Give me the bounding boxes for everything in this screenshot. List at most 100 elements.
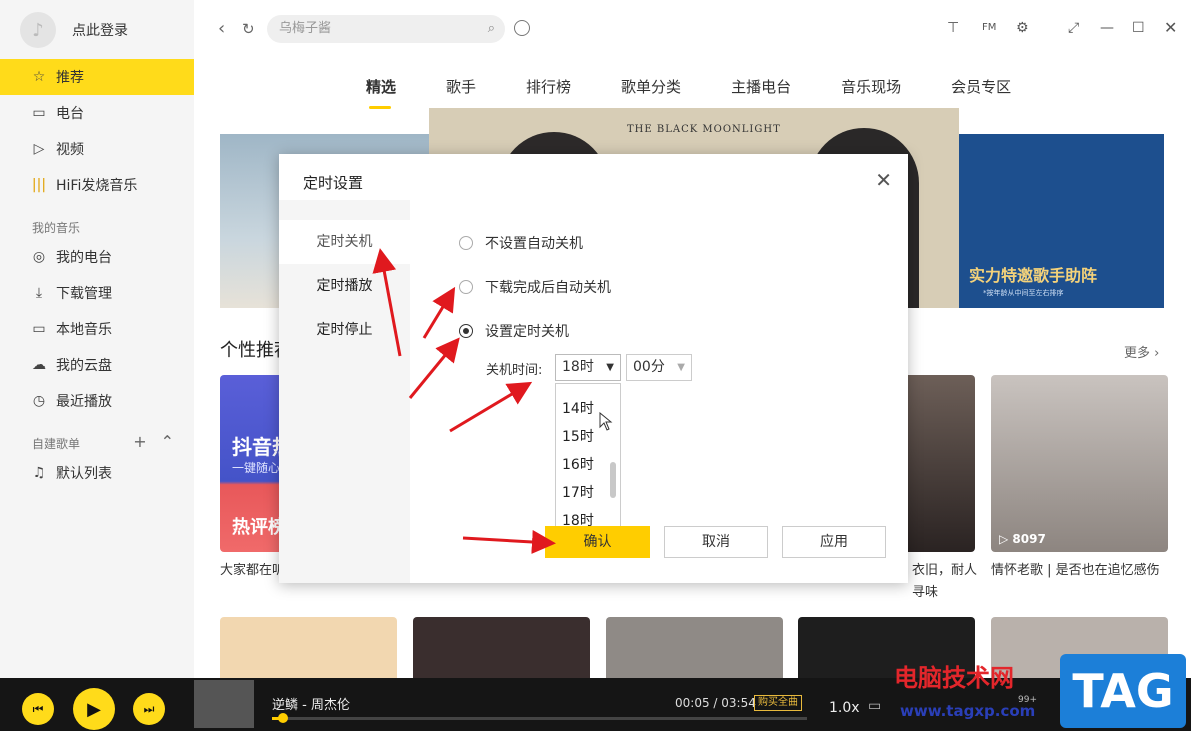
total-time: 03:54 — [721, 696, 756, 710]
timer-settings-dialog: 定时设置 ✕ 定时关机 定时播放 定时停止 不设置自动关机 下载完成后自动关机 … — [279, 154, 908, 583]
nav-download[interactable]: ⤓ 下载管理 — [0, 275, 194, 311]
confirm-button[interactable]: 确认 — [545, 526, 650, 558]
playlist-card[interactable] — [413, 617, 590, 678]
previous-icon[interactable]: ⏮ — [22, 693, 54, 725]
radio-button[interactable] — [459, 236, 473, 250]
radio-icon: ▭ — [32, 105, 46, 121]
minute-select[interactable]: 00分 ▼ — [626, 354, 692, 381]
nav-radio[interactable]: ▭ 电台 — [0, 95, 194, 131]
my-music-label: 我的音乐 — [32, 221, 81, 235]
refresh-icon[interactable]: ↻ — [242, 20, 255, 38]
watermark-logo: TAG — [1060, 654, 1186, 728]
playlist-icon: ♫ — [32, 465, 46, 481]
hour-option[interactable]: 16时 — [562, 454, 594, 474]
option-timed-shutdown[interactable]: 设置定时关机 — [459, 321, 569, 341]
progress-handle[interactable] — [278, 713, 288, 723]
minute-value: 00分 — [633, 359, 665, 375]
playlist-card[interactable] — [220, 617, 397, 678]
nav-label: 我的电台 — [56, 250, 112, 266]
close-icon[interactable]: ✕ — [875, 168, 892, 192]
nav-recent[interactable]: ◷ 最近播放 — [0, 383, 194, 419]
play-icon[interactable]: ▶ — [73, 688, 115, 730]
search-text: 乌梅子酱 — [279, 21, 332, 36]
hour-option[interactable]: 17时 — [562, 482, 594, 502]
tab-vip[interactable]: 会员专区 — [951, 76, 1011, 97]
nav-label: 电台 — [56, 106, 84, 122]
fm-icon[interactable]: FM — [982, 22, 996, 33]
tab-live[interactable]: 音乐现场 — [841, 76, 901, 97]
avatar[interactable]: ♪ — [20, 12, 56, 48]
login-label[interactable]: 点此登录 — [72, 20, 128, 40]
dropdown-scrollbar[interactable] — [610, 462, 616, 498]
tab-singers[interactable]: 歌手 — [446, 76, 476, 97]
nav-label: 我的云盘 — [56, 358, 112, 374]
tab-featured[interactable]: 精选 — [366, 76, 396, 109]
card-overlay-sub: 一键随心 — [232, 461, 281, 475]
song-title[interactable]: 逆鳞 - 周杰伦 — [272, 694, 350, 713]
nav-label: 本地音乐 — [56, 322, 112, 338]
hour-option[interactable]: 14时 — [562, 398, 594, 418]
more-link[interactable]: 更多 › — [1124, 342, 1159, 361]
card-overlay-text-2: 热评榜 — [232, 517, 286, 538]
main-tabs: 精选 歌手 排行榜 歌单分类 主播电台 音乐现场 会员专区 — [366, 76, 1061, 109]
nav-local[interactable]: ▭ 本地音乐 — [0, 311, 194, 347]
nav-label: 默认列表 — [56, 466, 112, 482]
skin-icon[interactable]: ⊤ — [947, 20, 959, 36]
nav-recommend[interactable]: ☆ 推荐 — [0, 59, 194, 95]
minimize-icon[interactable]: — — [1100, 20, 1114, 36]
nav-default-list[interactable]: ♫ 默认列表 — [0, 455, 194, 491]
dialog-title: 定时设置 — [303, 174, 364, 192]
nav-label: 最近播放 — [56, 394, 112, 410]
side-shutdown[interactable]: 定时关机 — [279, 220, 410, 264]
login-area[interactable]: ♪ 点此登录 — [20, 12, 128, 48]
hifi-icon: ||| — [31, 177, 47, 193]
voice-search-icon[interactable] — [514, 20, 530, 36]
nav-hifi[interactable]: ||| HiFi发烧音乐 — [0, 167, 194, 203]
nav-my-radio[interactable]: ◎ 我的电台 — [0, 239, 194, 275]
option-label: 下载完成后自动关机 — [485, 280, 611, 296]
maximize-icon[interactable]: ☐ — [1132, 20, 1145, 36]
side-timed-stop[interactable]: 定时停止 — [279, 308, 410, 352]
close-window-icon[interactable]: ✕ — [1164, 18, 1177, 37]
album-cover[interactable] — [194, 680, 254, 728]
next-icon[interactable]: ⏭ — [133, 693, 165, 725]
nav-label: 下载管理 — [56, 286, 112, 302]
option-shutdown-after-download[interactable]: 下载完成后自动关机 — [459, 277, 611, 297]
banner-right[interactable]: 实力特邀歌手助阵 *按年龄从中间至左右排序 — [959, 134, 1164, 308]
back-icon[interactable]: ‹ — [218, 18, 225, 39]
time-display: 00:05 / 03:54 — [675, 696, 756, 710]
nav-cloud[interactable]: ☁ 我的云盘 — [0, 347, 194, 383]
nav-label: 视频 — [56, 142, 84, 158]
radio-button[interactable] — [459, 280, 473, 294]
card-caption[interactable]: 情怀老歌 | 是否也在追忆感伤 — [991, 560, 1171, 582]
tab-charts[interactable]: 排行榜 — [526, 76, 571, 97]
clock-icon: ◷ — [32, 393, 46, 409]
nav-video[interactable]: ▷ 视频 — [0, 131, 194, 167]
watermark-text: 电脑技术网 — [894, 664, 1014, 692]
cancel-button[interactable]: 取消 — [664, 526, 768, 558]
hour-select[interactable]: 18时 ▼ — [555, 354, 621, 381]
playlist-card[interactable]: ▷ 8097 — [991, 375, 1168, 552]
tab-anchor-radio[interactable]: 主播电台 — [731, 76, 791, 97]
buy-song-button[interactable]: 购买全曲 — [754, 695, 802, 711]
progress-bar[interactable] — [272, 713, 807, 723]
search-icon[interactable]: ⌕ — [488, 15, 495, 43]
mini-mode-icon[interactable]: ⤢ — [1068, 20, 1079, 36]
side-timed-play[interactable]: 定时播放 — [279, 264, 410, 308]
chevron-up-icon[interactable]: ⌃ — [161, 432, 174, 451]
radio-button-selected[interactable] — [459, 324, 473, 338]
hour-option[interactable]: 15时 — [562, 426, 594, 446]
add-icon[interactable]: + — [133, 432, 146, 451]
settings-icon[interactable]: ⚙ — [1016, 20, 1029, 36]
more-label: 更多 — [1124, 346, 1151, 361]
screen-icon[interactable]: ▭ — [868, 698, 881, 714]
search-input[interactable]: 乌梅子酱 ⌕ — [267, 15, 505, 43]
nav-label: 推荐 — [56, 70, 84, 86]
speed-button[interactable]: 1.0x — [829, 700, 860, 716]
dialog-sidebar: 定时关机 定时播放 定时停止 — [279, 200, 410, 583]
playlist-actions: + ⌃ — [133, 432, 174, 451]
tab-categories[interactable]: 歌单分类 — [621, 76, 681, 97]
option-no-shutdown[interactable]: 不设置自动关机 — [459, 233, 583, 253]
apply-button[interactable]: 应用 — [782, 526, 886, 558]
playlist-card[interactable] — [606, 617, 783, 678]
